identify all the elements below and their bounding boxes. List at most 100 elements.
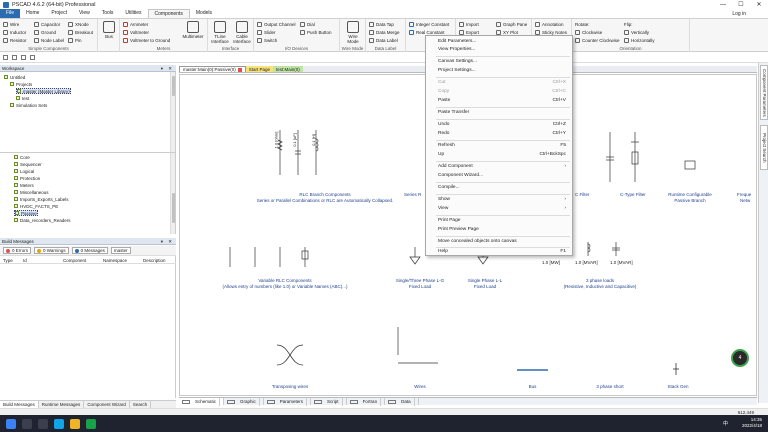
tree-item-logical[interactable]: Logical <box>14 168 34 174</box>
menu-up[interactable]: Up Ctrl+BckSpc <box>426 151 572 159</box>
menu-redo[interactable]: Redo Ctrl+Y <box>426 130 572 138</box>
transposing-wires-symbol[interactable] <box>275 340 305 370</box>
scroll-thumb[interactable] <box>172 193 175 223</box>
tab-component-wizard[interactable]: Component Wizard <box>84 401 130 408</box>
menu-refresh[interactable]: Refresh F5 <box>426 142 572 150</box>
menu-paste[interactable]: Paste Ctrl+V <box>426 97 572 105</box>
wire-mode-button[interactable]: Wire Mode <box>343 21 363 44</box>
integer-constant-button[interactable]: Integer Constant <box>409 20 449 28</box>
pin-button[interactable]: Pin <box>68 36 82 44</box>
inductor-button[interactable]: Inductor <box>3 28 26 36</box>
breakout-button[interactable]: Breakout <box>68 28 93 36</box>
menu-compile[interactable]: Compile... <box>426 184 572 192</box>
task-view-icon[interactable] <box>38 418 48 429</box>
tree-item-meters[interactable]: Meters <box>14 182 34 188</box>
menu-help[interactable]: Help F1 <box>426 248 572 256</box>
tab-parameters[interactable]: Parameters <box>264 397 312 406</box>
rotate-ccw-button[interactable]: Counter Clockwise <box>575 36 620 44</box>
scroll-thumb[interactable] <box>172 76 175 96</box>
menu-print-page[interactable]: Print Page <box>426 217 572 225</box>
variable-rlc-symbols[interactable] <box>220 243 330 271</box>
tab-project-search[interactable]: Project Search <box>760 125 768 170</box>
switch-button[interactable]: Switch <box>257 36 277 44</box>
tab-models[interactable]: Models <box>190 9 218 18</box>
tree-item-simulation-sets[interactable]: Simulation Sets <box>10 102 47 108</box>
tree-item-miscellaneous[interactable]: Miscellaneous <box>14 189 49 195</box>
workspace-scrollbar[interactable] <box>170 72 175 152</box>
tree-item-sequencer[interactable]: Sequencer <box>14 161 42 167</box>
tab-fortran[interactable]: Fortran <box>347 397 386 406</box>
fixed-load-lg-symbol[interactable] <box>405 245 425 267</box>
tab-tools[interactable]: Tools <box>96 9 120 18</box>
data-label-button[interactable]: Data Label <box>369 36 398 44</box>
c-type-filter-symbol[interactable] <box>620 127 650 187</box>
new-icon[interactable] <box>12 55 17 60</box>
wire-button[interactable]: Wire <box>3 20 19 28</box>
tree-item-master[interactable]: master (Master Library) <box>16 88 71 94</box>
data-tap-button[interactable]: Data Tap <box>369 20 394 28</box>
undo-icon[interactable] <box>21 55 26 60</box>
menu-paste-transfer[interactable]: Paste Transfer <box>426 109 572 117</box>
column-type[interactable]: Type <box>0 257 20 263</box>
tree-item-data-recorders[interactable]: Data_recorders_Readers <box>14 217 71 223</box>
menu-cut[interactable]: Cut Ctrl+X <box>426 79 572 87</box>
tree-item-core[interactable]: Core <box>14 154 30 160</box>
progress-indicator[interactable]: 4 <box>731 349 749 367</box>
close-tab-icon[interactable] <box>237 67 242 72</box>
file-explorer-icon[interactable] <box>70 418 80 429</box>
cable-interface-button[interactable]: Cable Interface <box>232 21 252 44</box>
pscad-taskbar-icon[interactable] <box>86 418 96 429</box>
graph-pane-button[interactable]: Graph Pane <box>496 20 527 28</box>
menu-project-settings[interactable]: Project Settings... <box>426 67 572 75</box>
login-link[interactable]: Log in <box>732 10 746 19</box>
minimize-button[interactable]: — <box>714 0 732 10</box>
capacitor-button[interactable]: Capacitor <box>34 20 60 28</box>
column-description[interactable]: Description <box>140 257 176 263</box>
tree-item-untitled[interactable]: Untitled <box>4 74 25 80</box>
tree-item-test[interactable]: test <box>16 95 29 101</box>
panel-controls[interactable]: ▾ ✕ <box>161 65 174 72</box>
edge-browser-icon[interactable] <box>54 418 64 429</box>
data-merge-button[interactable]: Data Merge <box>369 28 400 36</box>
close-button[interactable]: ✕ <box>750 0 768 10</box>
library-scrollbar[interactable] <box>170 153 175 234</box>
output-channel-button[interactable]: Output Channel <box>257 20 296 28</box>
slider-button[interactable]: Slider <box>257 28 276 36</box>
runtime-branch-symbol[interactable] <box>680 155 700 175</box>
save-icon[interactable] <box>3 55 8 60</box>
flip-horizontal-button[interactable]: Horizontally <box>624 36 655 44</box>
bus-button[interactable]: Bus <box>102 21 116 39</box>
messages-filter[interactable]: 0 Messages <box>71 247 108 254</box>
menu-component-wizard[interactable]: Component Wizard... <box>426 172 572 180</box>
voltmeter-button[interactable]: Voltmeter <box>123 28 149 36</box>
menu-canvas-settings[interactable]: Canvas Settings... <box>426 58 572 66</box>
tab-components[interactable]: Components <box>147 9 190 18</box>
menu-show[interactable]: Show › <box>426 196 572 204</box>
tree-item-imports-exports[interactable]: Imports_Exports_Labels <box>14 196 69 202</box>
menu-edit-parameters[interactable]: Edit Parameters... <box>426 38 572 46</box>
wires-symbol[interactable] <box>395 325 440 370</box>
tab-build-messages[interactable]: Build Messages <box>0 401 39 408</box>
tab-home[interactable]: Home <box>20 9 45 18</box>
tree-item-passive[interactable]: Passive <box>14 210 38 216</box>
push-button-button[interactable]: Push Button <box>300 28 332 36</box>
column-component[interactable]: Component <box>60 257 100 263</box>
column-id[interactable]: Id <box>20 257 60 263</box>
tline-interface-button[interactable]: TLine Interface <box>210 21 230 44</box>
doc-tab-test-main[interactable]: test:Main(0) <box>273 66 303 72</box>
bus-symbol[interactable] <box>515 365 550 375</box>
redo-icon[interactable] <box>30 55 35 60</box>
tab-schematic[interactable]: Schematic <box>179 397 225 406</box>
tab-view[interactable]: View <box>73 9 96 18</box>
ammeter-button[interactable]: Ammeter <box>123 20 148 28</box>
windows-start-icon[interactable] <box>6 418 16 429</box>
import-button[interactable]: Import <box>459 20 479 28</box>
tree-item-protection[interactable]: Protection <box>14 175 40 181</box>
menu-view-properties[interactable]: View Properties... <box>426 46 572 54</box>
menu-view[interactable]: View › <box>426 205 572 213</box>
flip-vertical-button[interactable]: Vertically <box>624 28 649 36</box>
column-namespace[interactable]: Namespace <box>100 257 140 263</box>
tree-item-projects[interactable]: Projects <box>10 81 32 87</box>
tab-runtime-messages[interactable]: Runtime Messages <box>39 401 85 408</box>
tab-project[interactable]: Project <box>45 9 73 18</box>
